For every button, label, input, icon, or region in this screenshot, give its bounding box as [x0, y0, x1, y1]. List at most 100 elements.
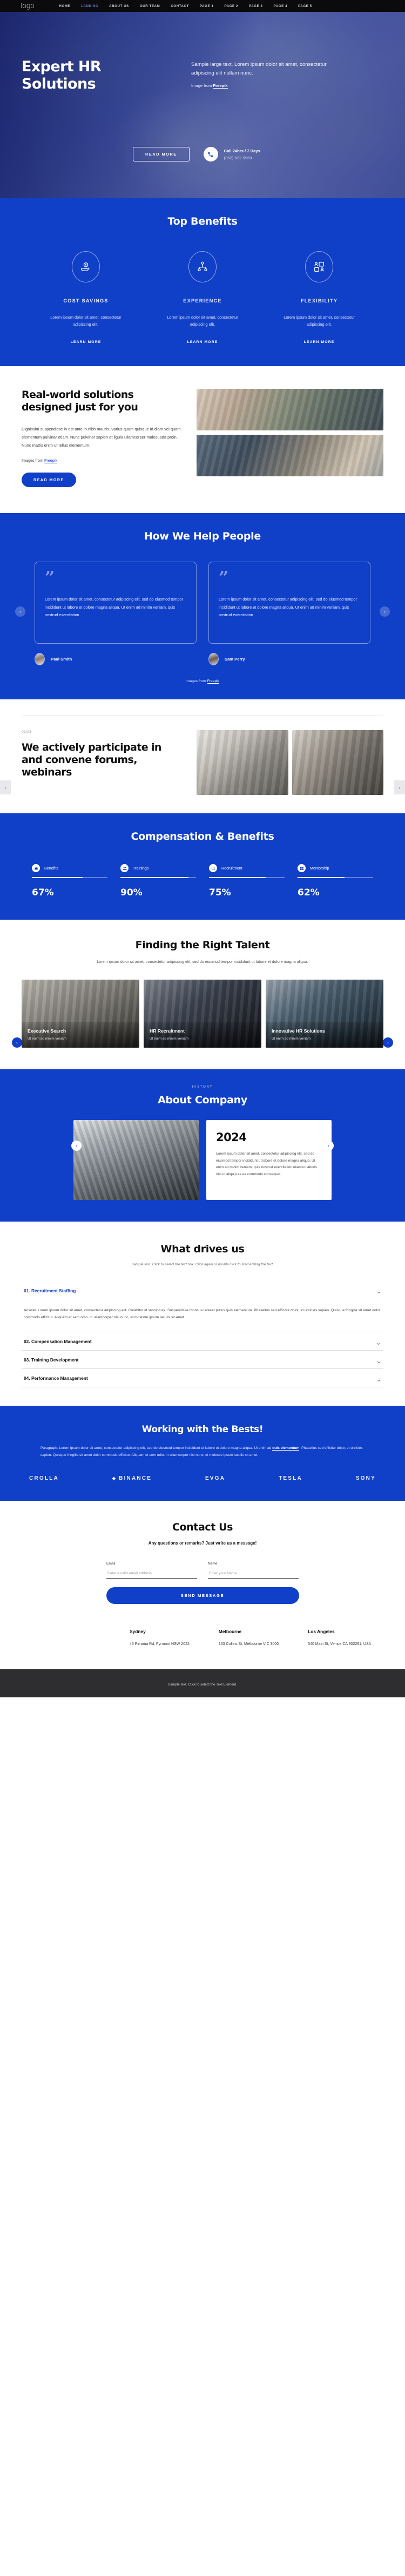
benefit-name: FLEXIBILITY — [300, 298, 338, 304]
chevron-down-icon[interactable] — [376, 1358, 381, 1363]
bests-body-link[interactable]: quis elementum — [272, 1446, 300, 1451]
testimonials-credit-link[interactable]: Freepik — [207, 679, 220, 684]
stat-progress-bar — [120, 877, 196, 878]
avatar — [208, 653, 219, 666]
about-company-section: HISTORY About Company 2024 Lorem ipsum d… — [0, 1069, 405, 1222]
site-logo[interactable]: logo — [21, 2, 35, 10]
offices-list: Sydney 45 Pirrama Rd, Pyrmont NSW 2022 M… — [22, 1629, 383, 1648]
testimonials-next-arrow[interactable]: › — [380, 606, 390, 617]
stat-trainings: Trainings 90% — [120, 864, 196, 898]
landing-page: logo HOME LANDING ABOUT US OUR TEAM CONT… — [0, 0, 405, 1698]
accordion-header[interactable]: 04. Performance Management — [22, 1369, 383, 1387]
talent-title: Finding the Right Talent — [135, 939, 270, 951]
stat-value: 67% — [32, 887, 54, 898]
talent-card-hr-recruitment[interactable]: HR Recruitment Ut enim ad minim veniam — [144, 979, 261, 1048]
name-label: Name — [208, 1561, 218, 1566]
about-prev-arrow[interactable]: ‹ — [71, 1140, 82, 1151]
nav-item-our-team[interactable]: OUR TEAM — [140, 4, 160, 8]
drives-title: What drives us — [160, 1243, 245, 1255]
brand-logo-binance: ◆ BINANCE — [112, 1475, 152, 1481]
accordion-header[interactable]: 03. Training Development — [22, 1351, 383, 1368]
office-los-angeles: Los Angeles 340 Main St, Venice CA 90229… — [308, 1629, 371, 1648]
drives-subtitle: Sample text. Click to select the text bo… — [131, 1262, 274, 1266]
chevron-down-icon[interactable] — [376, 1339, 381, 1345]
name-field[interactable] — [208, 1565, 299, 1579]
talent-next-arrow[interactable]: › — [383, 1037, 393, 1048]
mentor-icon — [298, 864, 306, 873]
realworld-read-more-button[interactable]: READ MORE — [22, 473, 76, 488]
accordion-header[interactable]: 02. Compensation Management — [22, 1332, 383, 1350]
page-footer: Sample text. Click to select the Text El… — [0, 1669, 405, 1698]
hero-phone-widget[interactable]: Call 24hrs / 7 Days (352) 622-9969 — [203, 147, 260, 161]
nav-item-about-us[interactable]: ABOUT US — [109, 4, 129, 8]
avatar — [35, 653, 45, 666]
talent-card-executive-search[interactable]: Executive Search Ut enim ad minim veniam — [22, 979, 139, 1048]
nav-item-home[interactable]: HOME — [59, 4, 70, 8]
talent-prev-arrow[interactable]: ‹ — [12, 1037, 22, 1048]
phone-number[interactable]: (352) 622-9969 — [224, 156, 260, 160]
email-field[interactable] — [106, 1565, 197, 1579]
stat-label: Recruitment — [221, 866, 242, 871]
chevron-down-icon[interactable] — [376, 1376, 381, 1381]
brand-logo-sony: SONY — [355, 1475, 376, 1481]
realworld-photo-bottom — [197, 434, 383, 476]
nav-item-page-4[interactable]: PAGE 4 — [274, 4, 288, 8]
nav-item-page-5[interactable]: PAGE 5 — [298, 4, 312, 8]
about-text: Lorem ipsum dolor sit amet, consectetur … — [216, 1151, 317, 1177]
stat-label: Trainings — [133, 866, 149, 871]
hero-subtitle: Sample large text. Lorem ipsum dolor sit… — [191, 62, 327, 76]
realworld-photo-top — [197, 388, 383, 430]
stat-label: Mentorship — [310, 866, 329, 871]
nav-item-page-1[interactable]: PAGE 1 — [200, 4, 214, 8]
phone-icon — [203, 147, 218, 161]
testimonials-prev-arrow[interactable]: ‹ — [15, 606, 25, 617]
accordion-label: 01. Recruitment Staffing — [24, 1287, 76, 1293]
benefit-learn-more-link[interactable]: LEARN MORE — [71, 340, 102, 344]
name-field-wrap: Name — [208, 1562, 299, 1579]
talent-card-innovative-hr-solutions[interactable]: Innovative HR Solutions Ut enim ad minim… — [266, 979, 383, 1048]
benefits-title: Top Benefits — [167, 215, 238, 227]
accordion-label: 04. Performance Management — [24, 1375, 88, 1381]
accordion-header[interactable]: 01. Recruitment Staffing — [22, 1282, 383, 1299]
about-next-arrow[interactable]: › — [323, 1140, 334, 1151]
author-name: Sam Perry — [225, 657, 245, 662]
realworld-body: Dignissim suspendisse in est ante in nib… — [22, 427, 181, 448]
talent-card-desc: Ut enim ad minim veniam — [150, 1036, 189, 1041]
nav-item-contact[interactable]: CONTACT — [171, 4, 189, 8]
talent-card-title: HR Recruitment — [150, 1028, 185, 1034]
hero-credit-link[interactable]: Freepik — [213, 83, 228, 89]
stat-progress-bar — [298, 877, 373, 878]
about-photo — [73, 1120, 199, 1200]
quote-icon: ” — [219, 567, 229, 588]
testimonial-author: Paul Smith — [35, 653, 197, 666]
benefit-learn-more-link[interactable]: LEARN MORE — [187, 340, 218, 344]
testimonials-credit: Images from Freepik — [0, 679, 405, 684]
stat-benefits: Benefits 67% — [32, 864, 107, 898]
nav-item-page-3[interactable]: PAGE 3 — [249, 4, 263, 8]
chevron-down-icon[interactable] — [376, 1288, 381, 1294]
testimonial-text: Lorem ipsum dolor sit amet, consectetur … — [219, 597, 357, 618]
bests-body-part-1: Paragraph. Lorem ipsum dolor sit amet, c… — [40, 1446, 273, 1451]
bests-title: Working with the Bests! — [141, 1424, 264, 1435]
office-city: Sydney — [130, 1628, 146, 1634]
testimonial-author: Sam Perry — [208, 653, 370, 666]
nav-item-page-2[interactable]: PAGE 2 — [224, 4, 238, 8]
about-title: About Company — [158, 1094, 247, 1106]
stat-value: 62% — [298, 887, 320, 898]
realworld-credit-link[interactable]: Freepik — [44, 458, 57, 464]
finding-talent-section: Finding the Right Talent Lorem ipsum dol… — [0, 919, 405, 1069]
hero-title: Expert HR Solutions — [22, 58, 102, 93]
office-city: Los Angeles — [308, 1628, 335, 1634]
benefit-card-flexibility: FLEXIBILITY Lorem ipsum dolor sit amet, … — [276, 251, 362, 346]
hero-read-more-button[interactable]: READ MORE — [133, 147, 190, 161]
forums-prev-arrow[interactable]: ‹ — [0, 780, 11, 795]
talent-card-title: Executive Search — [28, 1028, 66, 1034]
benefit-card-cost-savings: COST SAVINGS Lorem ipsum dolor sit amet,… — [43, 251, 129, 346]
forums-next-arrow[interactable]: › — [394, 780, 405, 795]
bests-body: Paragraph. Lorem ipsum dolor sit amet, c… — [40, 1445, 364, 1459]
contact-title: Contact Us — [172, 1521, 233, 1533]
send-message-button[interactable]: SEND MESSAGE — [106, 1587, 299, 1604]
brand-logo-crolla: CROLLA — [29, 1475, 59, 1481]
benefit-learn-more-link[interactable]: LEARN MORE — [304, 340, 335, 344]
nav-item-landing[interactable]: LANDING — [81, 4, 98, 8]
